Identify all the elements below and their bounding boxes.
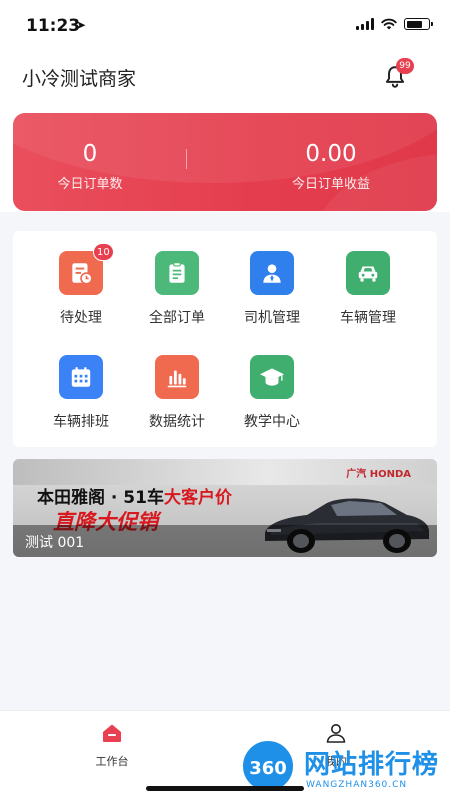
menu-item-vehicles[interactable]: 车辆管理 — [323, 251, 413, 327]
stat-divider — [186, 149, 187, 169]
calendar-icon — [59, 355, 103, 399]
menu-item-label: 车辆管理 — [340, 310, 396, 326]
tab-label: 工作台 — [95, 755, 129, 768]
menu-item-teaching[interactable]: 教学中心 — [227, 355, 317, 431]
stat-today-revenue: 0.00 今日订单收益 — [225, 113, 437, 211]
watermark-text: 网站排行榜 — [304, 750, 440, 780]
menu-item-label: 全部订单 — [149, 310, 205, 326]
stat-value: 0 — [82, 141, 98, 167]
menu-item-label: 车辆排班 — [53, 414, 109, 430]
stat-label: 今日订单收益 — [291, 177, 370, 192]
banner-headline-part2: 大客户价 — [163, 488, 232, 508]
battery-icon — [404, 18, 433, 30]
banner-caption: 测试 001 — [25, 535, 85, 551]
signal-icon — [356, 18, 374, 30]
merchant-title: 小冷测试商家 — [22, 68, 137, 90]
menu-item-label: 待处理 — [60, 310, 102, 326]
notification-badge: 99 — [396, 58, 414, 74]
menu-item-drivers[interactable]: 司机管理 — [227, 251, 317, 327]
stats-card: 0 今日订单数 0.00 今日订单收益 — [13, 113, 437, 211]
tab-workbench[interactable]: 工作台 — [67, 721, 157, 769]
menu-item-label: 司机管理 — [244, 310, 300, 326]
stat-today-orders: 0 今日订单数 — [13, 113, 167, 211]
bar-chart-icon — [155, 355, 199, 399]
stat-label: 今日订单数 — [57, 177, 123, 192]
pending-count-badge: 10 — [93, 243, 114, 261]
banner-headline: 本田雅阁 · 51车大客户价 — [37, 483, 232, 508]
driver-icon — [250, 251, 294, 295]
pending-orders-icon: 10 — [59, 243, 114, 295]
banner-headline-part1: 本田雅阁 · 51车 — [37, 488, 164, 508]
menu-item-statistics[interactable]: 数据统计 — [132, 355, 222, 431]
stat-value: 0.00 — [305, 141, 357, 167]
menu-item-label: 数据统计 — [149, 414, 205, 430]
clipboard-icon — [155, 251, 199, 295]
wifi-icon — [381, 18, 397, 30]
status-bar: 11:23 ➤ — [0, 0, 450, 48]
workbench-icon — [103, 724, 121, 742]
status-time: 11:23 — [26, 16, 81, 36]
menu-item-pending[interactable]: 10 待处理 — [36, 243, 126, 327]
car-icon — [346, 251, 390, 295]
graduation-cap-icon — [250, 355, 294, 399]
menu-grid: 10 待处理 全部订单 司机管理 车辆管理 车辆排班 数据统计 教学中心 — [13, 231, 437, 447]
menu-item-label: 教学中心 — [244, 414, 300, 430]
menu-item-all-orders[interactable]: 全部订单 — [132, 251, 222, 327]
menu-item-scheduling[interactable]: 车辆排班 — [36, 355, 126, 431]
watermark-sub: WANGZHAN360.CN — [306, 780, 408, 790]
location-arrow-icon: ➤ — [76, 18, 87, 32]
home-indicator — [146, 786, 304, 791]
banner-brand: 广汽 HONDA — [346, 469, 411, 480]
status-icons — [356, 18, 433, 30]
promo-banner[interactable]: 广汽 HONDA 本田雅阁 · 51车大客户价 直降大促销 测试 001 — [13, 459, 437, 557]
